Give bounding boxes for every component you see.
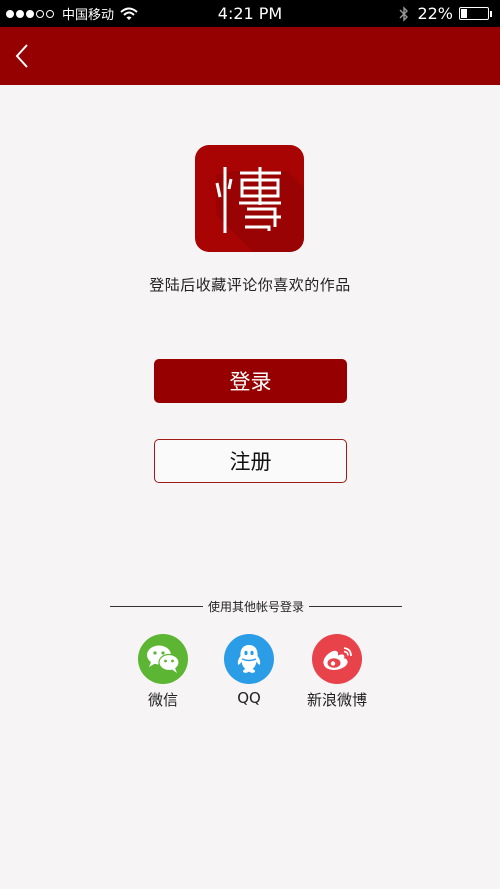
- divider-line-left: [110, 605, 203, 607]
- app-logo: [195, 145, 304, 252]
- battery-tip: [490, 10, 492, 17]
- qq-label: QQ: [237, 689, 261, 707]
- status-right: 22%: [399, 0, 492, 27]
- wechat-icon-circle: [138, 634, 188, 684]
- login-screen: 中国移动 4:21 PM 22% 登陆后收藏评论你喜欢的作品 登录 注册 使用其…: [0, 0, 500, 889]
- weibo-label: 新浪微博: [306, 691, 367, 709]
- third-party-divider: 使用其他帐号登录: [110, 597, 403, 615]
- login-button[interactable]: 登录: [154, 359, 347, 403]
- wechat-icon: [147, 645, 180, 673]
- wechat-login-button[interactable]: 微信: [118, 634, 208, 710]
- bo-character-logo: [215, 167, 304, 252]
- register-button[interactable]: 注册: [154, 439, 347, 483]
- nav-bar: [0, 27, 500, 85]
- qq-login-button[interactable]: QQ: [204, 634, 294, 707]
- back-button[interactable]: [4, 27, 40, 85]
- qq-icon-circle: [224, 634, 274, 684]
- battery-percent: 22%: [417, 4, 453, 23]
- weibo-icon-circle: [312, 634, 362, 684]
- chevron-left-icon: [15, 44, 28, 68]
- login-tagline: 登陆后收藏评论你喜欢的作品: [149, 276, 351, 294]
- divider-line-right: [309, 605, 403, 607]
- third-party-login-label: 使用其他帐号登录: [208, 599, 305, 614]
- qq-icon: [237, 645, 261, 673]
- weibo-icon: [323, 647, 352, 670]
- status-bar: 中国移动 4:21 PM 22%: [0, 0, 500, 27]
- weibo-login-button[interactable]: 新浪微博: [292, 634, 382, 710]
- battery-icon: [459, 7, 489, 20]
- wechat-label: 微信: [147, 691, 178, 709]
- bluetooth-icon: [399, 5, 409, 22]
- battery-level: [461, 9, 467, 18]
